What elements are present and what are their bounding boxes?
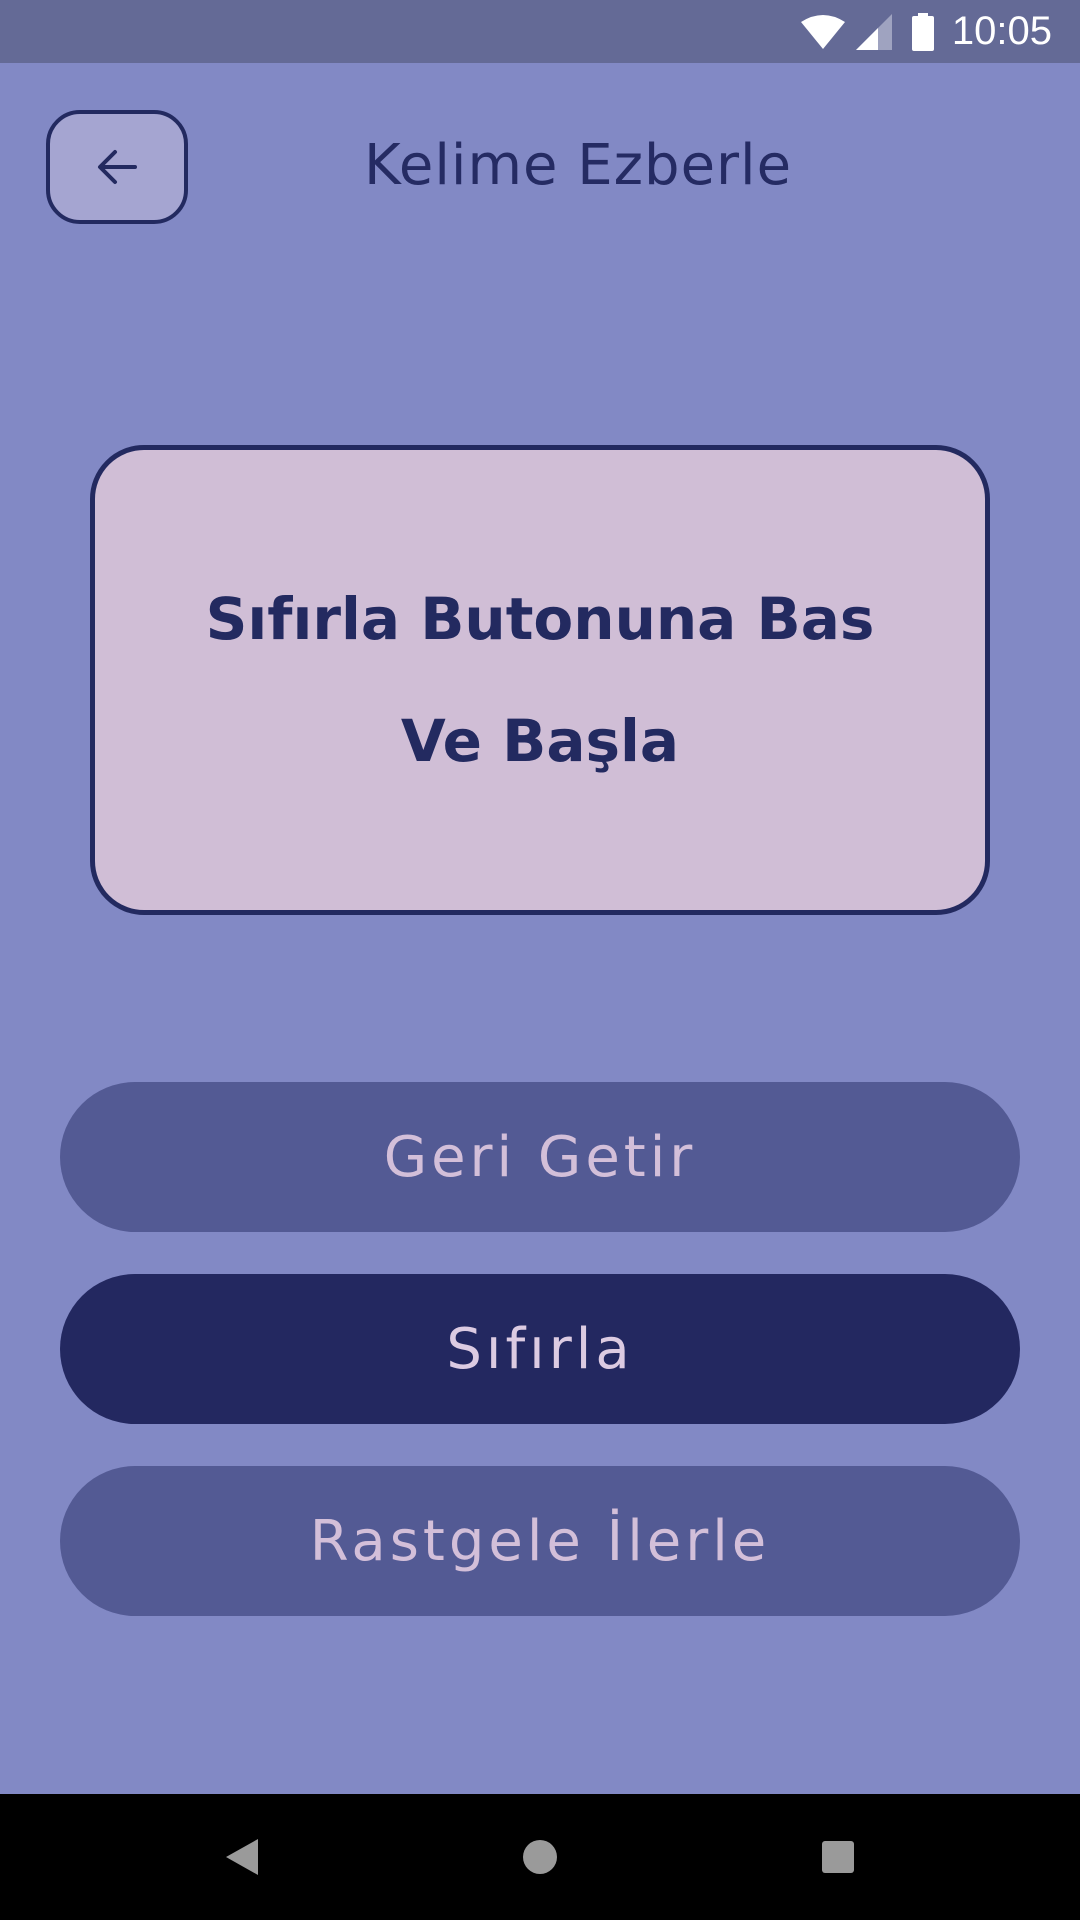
battery-icon [911,12,934,51]
page-title: Kelime Ezberle [363,133,793,198]
nav-home-icon [523,1840,557,1874]
nav-home-button[interactable] [510,1827,570,1887]
app-screen: 10:05 Kelime Ezberle Sıfırla Butonuna Ba… [0,0,1080,1920]
go-back-button[interactable]: Geri Getir [60,1082,1020,1232]
navigation-bar [0,1794,1080,1920]
card-text-line-1: Sıfırla Butonuna Bas [205,585,875,653]
nav-recents-icon [822,1841,854,1873]
nav-recents-button[interactable] [808,1827,868,1887]
status-time: 10:05 [951,9,1052,53]
wifi-icon [800,14,845,49]
back-button[interactable] [46,110,188,224]
arrow-left-icon [98,150,137,184]
card-text-line-2: Ve Başla [400,707,680,775]
reset-button[interactable]: Sıfırla [60,1274,1020,1424]
signal-icon [855,13,892,50]
nav-back-button[interactable] [212,1827,272,1887]
word-card: Sıfırla Butonuna Bas Ve Başla [90,445,990,915]
nav-back-icon [226,1839,258,1875]
status-bar: 10:05 [0,0,1080,63]
status-icons: 10:05 [800,0,1052,63]
random-advance-button[interactable]: Rastgele İlerle [60,1466,1020,1616]
